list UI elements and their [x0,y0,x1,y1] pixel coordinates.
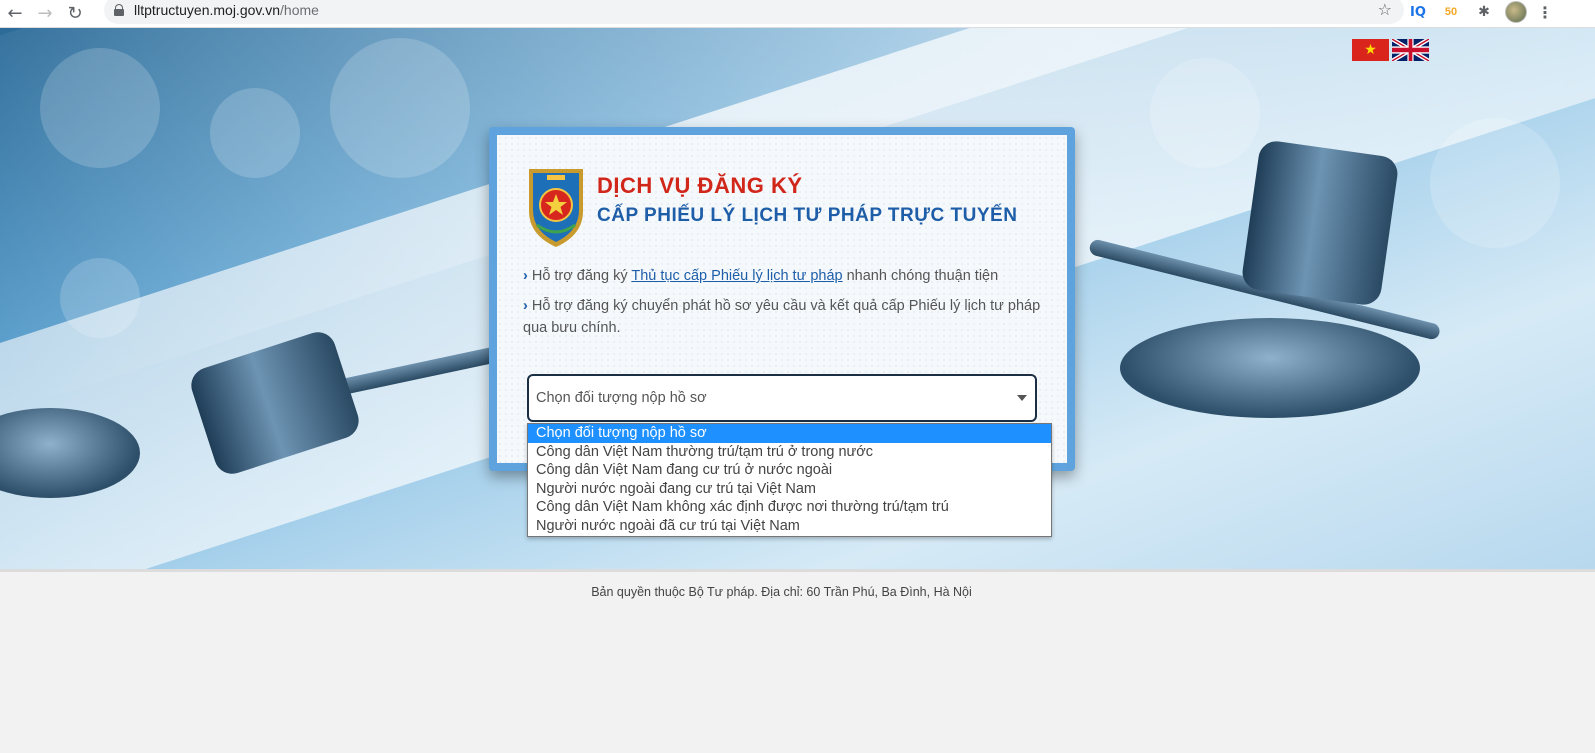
browser-toolbar: ← → ↻ lltptructuyen.moj.gov.vn/home ☆ IQ… [0,0,1595,28]
uk-flag-icon [1392,39,1429,61]
dropdown-option[interactable]: Chọn đối tượng nộp hồ sơ [528,424,1051,443]
feature-list: › Hỗ trợ đăng ký Thủ tục cấp Phiếu lý lịc… [523,265,1043,347]
procedure-link[interactable]: Thủ tục cấp Phiếu lý lịch tư pháp [631,268,842,284]
applicant-type-dropdown[interactable]: Chọn đối tượng nộp hồ sơ Công dân Việt N… [527,423,1052,537]
address-bar[interactable]: lltptructuyen.moj.gov.vn/home ☆ [104,0,1404,24]
extensions-puzzle-icon[interactable]: ✱ [1474,1,1494,23]
url-path: /home [280,2,319,18]
feature-item-2: › Hỗ trợ đăng ký chuyển phát hồ sơ yêu cầ… [523,298,1041,336]
dropdown-option[interactable]: Người nước ngoài đã cư trú tại Việt Nam [528,517,1051,536]
reload-button[interactable]: ↻ [60,0,90,28]
chevron-down-icon [1017,395,1027,401]
chevron-right-icon: › [523,268,528,284]
lock-icon [114,4,124,16]
browser-menu-icon[interactable]: ⋮ [1537,1,1553,23]
dropdown-option[interactable]: Công dân Việt Nam không xác định được nơ… [528,498,1051,517]
dropdown-option[interactable]: Công dân Việt Nam thường trú/tạm trú ở t… [528,443,1051,462]
page-subtitle: CẤP PHIẾU LÝ LỊCH TƯ PHÁP TRỰC TUYẾN [597,205,1018,226]
iq-extension-icon[interactable]: IQ [1410,1,1426,23]
english-language-flag[interactable] [1392,39,1429,61]
forward-button[interactable]: → [30,0,60,28]
feature-item-1: › Hỗ trợ đăng ký Thủ tục cấp Phiếu lý lịc… [523,268,999,284]
chevron-right-icon: › [523,298,528,314]
fifty-extension-icon[interactable]: 50 [1441,1,1461,23]
applicant-type-select[interactable]: Chọn đối tượng nộp hồ sơ [527,374,1037,422]
profile-avatar[interactable] [1505,1,1527,23]
dropdown-option[interactable]: Người nước ngoài đang cư trú tại Việt Na… [528,480,1051,499]
ministry-emblem-logo [529,169,583,247]
vietnamese-language-flag[interactable]: ★ [1352,39,1389,61]
select-value: Chọn đối tượng nộp hồ sơ [536,390,707,406]
back-button[interactable]: ← [0,0,30,28]
footer-copyright: Bản quyền thuộc Bộ Tư pháp. Địa chỉ: 60 … [591,585,972,599]
registration-card: DỊCH VỤ ĐĂNG KÝ CẤP PHIẾU LÝ LỊCH TƯ PHÁ… [489,127,1075,471]
bookmark-star-icon[interactable]: ☆ [1378,0,1392,19]
dropdown-option[interactable]: Công dân Việt Nam đang cư trú ở nước ngo… [528,461,1051,480]
page-title: DỊCH VỤ ĐĂNG KÝ [597,173,803,198]
footer-divider [0,569,1595,572]
url-host: lltptructuyen.moj.gov.vn [134,2,281,18]
